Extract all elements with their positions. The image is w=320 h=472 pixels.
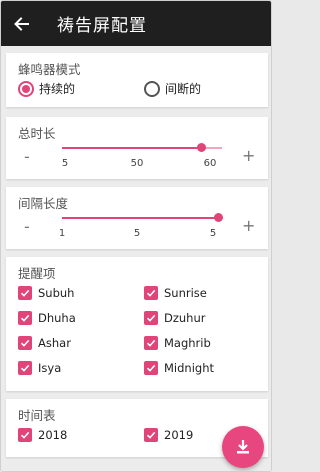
checkbox-midnight[interactable]: Midnight [144, 361, 214, 375]
buzzer-mode-card: 蜂鸣器模式 持续的 间断的 [6, 53, 268, 107]
radio-intermittent[interactable]: 间断的 [144, 80, 201, 97]
app-bar: 祷告屏配置 [1, 1, 271, 46]
duration-slider-fill [62, 147, 202, 149]
schedule-title: 时间表 [18, 408, 56, 423]
duration-slider[interactable] [62, 143, 222, 152]
checkbox-sunrise[interactable]: Sunrise [144, 286, 207, 300]
checkbox-subuh-label: Subuh [38, 286, 75, 300]
interval-title: 间隔长度 [18, 196, 69, 211]
checkbox-2019-label: 2019 [164, 428, 194, 442]
checkbox-dhuha-label: Dhuha [38, 311, 76, 325]
download-icon [237, 440, 249, 454]
checkbox-2018-label: 2018 [38, 428, 68, 442]
duration-slider-thumb[interactable] [197, 143, 207, 152]
checkbox-2018[interactable]: 2018 [18, 428, 67, 442]
checkbox-checked-icon [144, 286, 158, 300]
checkbox-midnight-label: Midnight [164, 361, 214, 375]
checkbox-sunrise-label: Sunrise [164, 286, 207, 300]
radio-unselected-icon [144, 80, 160, 97]
interval-tick-max: 5 [209, 228, 217, 239]
radio-continuous-label: 持续的 [39, 82, 76, 96]
checkbox-checked-icon [18, 428, 32, 442]
interval-plus-button[interactable]: + [242, 216, 255, 235]
reminders-title: 提醒项 [18, 266, 56, 281]
back-button[interactable] [1, 1, 41, 46]
checkbox-checked-icon [144, 428, 158, 442]
checkbox-ashar[interactable]: Ashar [18, 336, 71, 350]
interval-slider-thumb[interactable] [214, 213, 223, 222]
checkbox-checked-icon [144, 311, 158, 325]
arrow-left-icon [14, 16, 29, 31]
duration-title: 总时长 [18, 126, 56, 141]
radio-selected-icon [18, 80, 34, 97]
checkbox-checked-icon [18, 361, 32, 375]
duration-tick-max: 60 [203, 158, 217, 169]
radio-intermittent-label: 间断的 [165, 82, 202, 96]
duration-tick-mid: 50 [130, 158, 144, 169]
duration-plus-button[interactable]: + [242, 146, 255, 165]
reminders-card: 提醒项 Subuh Sunrise Dhuha Dzuhur Ashar Mag… [6, 257, 268, 391]
checkbox-maghrib-label: Maghrib [164, 336, 211, 350]
checkbox-2019[interactable]: 2019 [144, 428, 193, 442]
duration-card: 总时长 - 5 50 60 + [6, 117, 268, 179]
checkbox-dzuhur-label: Dzuhur [164, 311, 206, 325]
download-button[interactable] [222, 426, 264, 468]
checkbox-isya-label: Isya [38, 361, 62, 375]
interval-slider[interactable] [62, 213, 223, 222]
interval-card: 间隔长度 - 1 5 5 + [6, 187, 268, 249]
checkbox-checked-icon [18, 311, 32, 325]
checkbox-maghrib[interactable]: Maghrib [144, 336, 211, 350]
buzzer-mode-title: 蜂鸣器模式 [18, 62, 81, 77]
duration-minus-button[interactable]: - [24, 147, 30, 166]
checkbox-checked-icon [18, 336, 32, 350]
checkbox-ashar-label: Ashar [38, 336, 71, 350]
checkbox-isya[interactable]: Isya [18, 361, 61, 375]
duration-tick-min: 5 [61, 158, 69, 169]
interval-slider-fill [62, 217, 218, 219]
interval-tick-mid: 5 [133, 228, 141, 239]
checkbox-dzuhur[interactable]: Dzuhur [144, 311, 206, 325]
checkbox-checked-icon [144, 336, 158, 350]
checkbox-checked-icon [144, 361, 158, 375]
checkbox-dhuha[interactable]: Dhuha [18, 311, 76, 325]
interval-tick-min: 1 [58, 228, 66, 239]
page-title: 祷告屏配置 [57, 16, 147, 36]
checkbox-checked-icon [18, 286, 32, 300]
interval-minus-button[interactable]: - [24, 217, 30, 236]
radio-continuous[interactable]: 持续的 [18, 80, 75, 97]
checkbox-subuh[interactable]: Subuh [18, 286, 74, 300]
app-screen: 祷告屏配置 蜂鸣器模式 持续的 间断的 总时长 - 5 50 60 + 间隔长度… [0, 0, 272, 472]
